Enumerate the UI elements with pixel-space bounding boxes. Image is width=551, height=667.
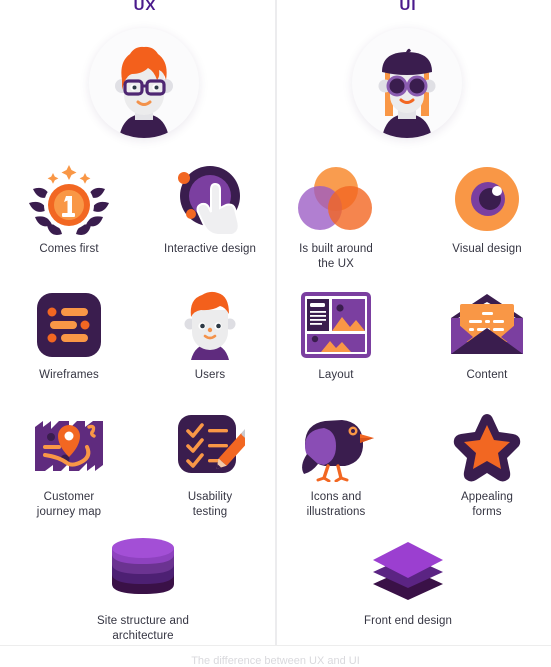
item-label: Interactive design: [164, 243, 256, 255]
items-grid: Comes first Interactive design Is built …: [0, 0, 551, 667]
item-built-around-ux: Is built around the UX: [272, 162, 400, 272]
bird-icon: [272, 410, 400, 484]
item-customer-journey-map: Customer journey map: [5, 410, 133, 520]
item-label: Layout: [318, 369, 354, 381]
checklist-pencil-icon: [146, 410, 274, 484]
database-stack-icon: [43, 534, 243, 608]
item-label: Usability testing: [187, 491, 233, 518]
item-content: Content: [423, 288, 551, 383]
item-layout: Layout: [272, 288, 400, 383]
item-label: Visual design: [452, 243, 522, 255]
item-users: Users: [146, 288, 274, 383]
pointing-hand-icon: [146, 162, 274, 236]
item-label: Appealing forms: [460, 491, 514, 518]
item-front-end-design: Front end design: [308, 534, 508, 629]
item-label: Is built around the UX: [299, 243, 373, 270]
layers-icon: [308, 534, 508, 608]
item-label: Users: [194, 369, 226, 381]
open-envelope-icon: [423, 288, 551, 362]
venn-circles-icon: [272, 162, 400, 236]
item-interactive-design: Interactive design: [146, 162, 274, 257]
item-label: Front end design: [364, 615, 452, 627]
footer-strip: The difference between UX and UI: [0, 645, 551, 667]
item-label: Content: [466, 369, 508, 381]
eye-icon: [423, 162, 551, 236]
layout-grid-icon: [272, 288, 400, 362]
item-label: Wireframes: [39, 369, 99, 381]
item-comes-first: Comes first: [5, 162, 133, 257]
item-visual-design: Visual design: [423, 162, 551, 257]
user-face-icon: [146, 288, 274, 362]
star-icon: [423, 410, 551, 484]
medal-icon: [5, 162, 133, 236]
footer-caption: The difference between UX and UI: [191, 655, 360, 667]
map-pin-icon: [5, 410, 133, 484]
item-icons-illustrations: Icons and illustrations: [272, 410, 400, 520]
item-site-structure: Site structure and architecture: [43, 534, 243, 644]
item-wireframes: Wireframes: [5, 288, 133, 383]
infographic-page: UX UI Comes first Interactive design Is …: [0, 0, 551, 667]
item-appealing-forms: Appealing forms: [423, 410, 551, 520]
item-label: Site structure and architecture: [97, 615, 189, 642]
wireframe-icon: [5, 288, 133, 362]
item-label: Icons and illustrations: [306, 491, 366, 518]
item-label: Comes first: [39, 243, 99, 255]
item-usability-testing: Usability testing: [146, 410, 274, 520]
item-label: Customer journey map: [36, 491, 102, 518]
